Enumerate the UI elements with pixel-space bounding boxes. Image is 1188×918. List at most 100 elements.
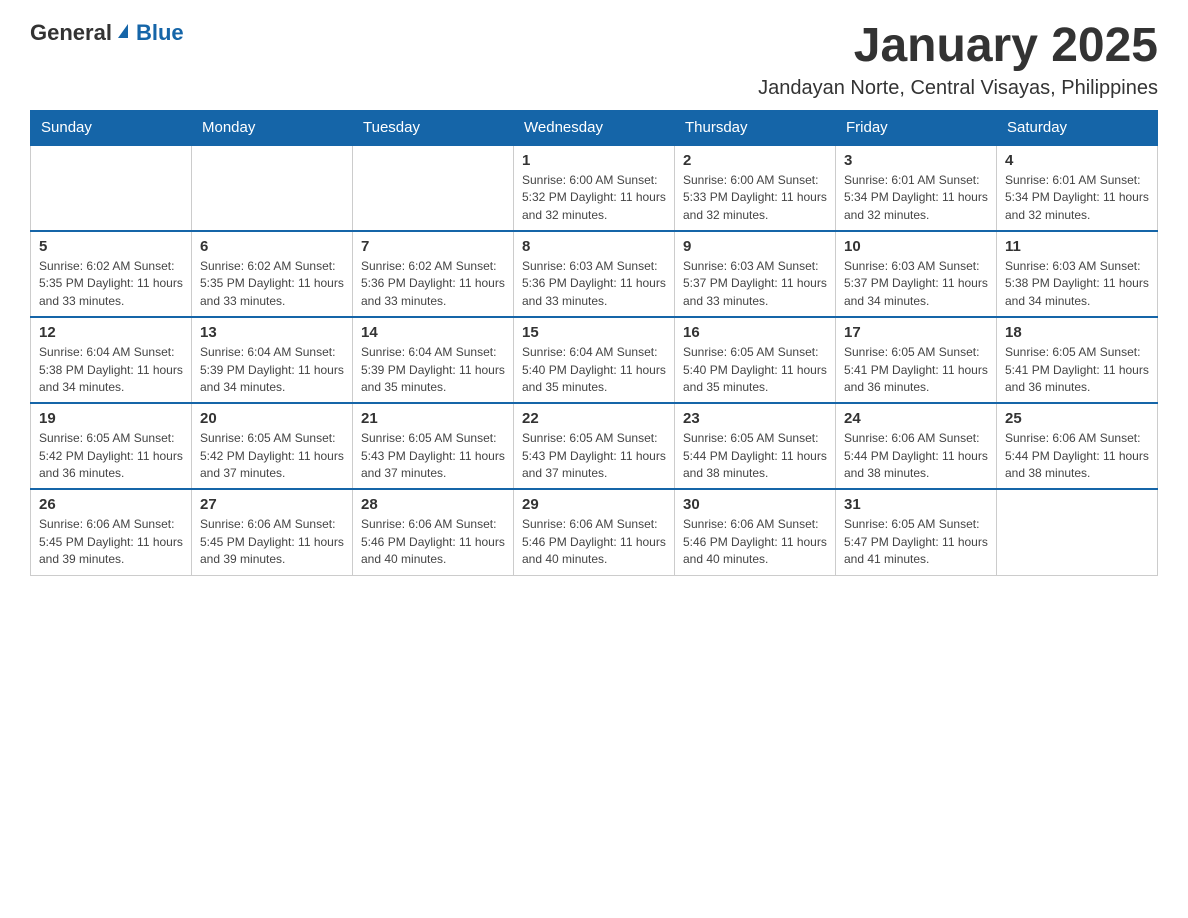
calendar-cell: 30 Sunrise: 6:06 AM Sunset: 5:46 PM Dayli…: [675, 489, 836, 575]
calendar-week-row: 12 Sunrise: 6:04 AM Sunset: 5:38 PM Dayli…: [31, 317, 1158, 403]
day-number: 28: [361, 496, 505, 513]
day-info: Sunrise: 6:02 AM Sunset: 5:36 PM Dayligh…: [361, 258, 505, 310]
day-info: Sunrise: 6:03 AM Sunset: 5:36 PM Dayligh…: [522, 258, 666, 310]
day-number: 21: [361, 410, 505, 427]
calendar-cell: 13 Sunrise: 6:04 AM Sunset: 5:39 PM Dayli…: [192, 317, 353, 403]
day-number: 13: [200, 324, 344, 341]
day-info: Sunrise: 6:00 AM Sunset: 5:32 PM Dayligh…: [522, 172, 666, 224]
day-info: Sunrise: 6:06 AM Sunset: 5:44 PM Dayligh…: [1005, 430, 1149, 482]
calendar-cell: 16Sunrise: 6:05 AM Sunset: 5:40 PM Dayli…: [675, 317, 836, 403]
calendar-cell: 27 Sunrise: 6:06 AM Sunset: 5:45 PM Dayli…: [192, 489, 353, 575]
calendar-cell: 25 Sunrise: 6:06 AM Sunset: 5:44 PM Dayli…: [997, 403, 1158, 489]
day-info: Sunrise: 6:05 AM Sunset: 5:47 PM Dayligh…: [844, 516, 988, 568]
calendar-cell: 18 Sunrise: 6:05 AM Sunset: 5:41 PM Dayli…: [997, 317, 1158, 403]
calendar-cell: 12 Sunrise: 6:04 AM Sunset: 5:38 PM Dayli…: [31, 317, 192, 403]
calendar-cell: 19Sunrise: 6:05 AM Sunset: 5:42 PM Dayli…: [31, 403, 192, 489]
day-info: Sunrise: 6:05 AM Sunset: 5:41 PM Dayligh…: [1005, 344, 1149, 396]
day-number: 15: [522, 324, 666, 341]
day-number: 24: [844, 410, 988, 427]
header-thursday: Thursday: [675, 110, 836, 145]
day-info: Sunrise: 6:05 AM Sunset: 5:42 PM Dayligh…: [200, 430, 344, 482]
day-number: 9: [683, 238, 827, 255]
calendar-cell: 3 Sunrise: 6:01 AM Sunset: 5:34 PM Daylig…: [836, 145, 997, 231]
day-info: Sunrise: 6:05 AM Sunset: 5:43 PM Dayligh…: [361, 430, 505, 482]
day-number: 30: [683, 496, 827, 513]
calendar-cell: [997, 489, 1158, 575]
calendar-cell: 5 Sunrise: 6:02 AM Sunset: 5:35 PM Daylig…: [31, 231, 192, 317]
day-info: Sunrise: 6:04 AM Sunset: 5:39 PM Dayligh…: [200, 344, 344, 396]
day-info: Sunrise: 6:05 AM Sunset: 5:40 PM Dayligh…: [683, 344, 827, 396]
day-number: 19: [39, 410, 183, 427]
calendar-cell: [353, 145, 514, 231]
day-info: Sunrise: 6:06 AM Sunset: 5:45 PM Dayligh…: [200, 516, 344, 568]
day-info: Sunrise: 6:06 AM Sunset: 5:46 PM Dayligh…: [361, 516, 505, 568]
day-info: Sunrise: 6:05 AM Sunset: 5:43 PM Dayligh…: [522, 430, 666, 482]
day-number: 1: [522, 152, 666, 169]
calendar-cell: [31, 145, 192, 231]
day-info: Sunrise: 6:04 AM Sunset: 5:39 PM Dayligh…: [361, 344, 505, 396]
day-number: 18: [1005, 324, 1149, 341]
day-info: Sunrise: 6:05 AM Sunset: 5:41 PM Dayligh…: [844, 344, 988, 396]
day-info: Sunrise: 6:04 AM Sunset: 5:38 PM Dayligh…: [39, 344, 183, 396]
logo: General Blue: [30, 20, 184, 46]
page-header: General Blue January 2025 Jandayan Norte…: [30, 20, 1158, 100]
logo-general-text: General: [30, 20, 112, 46]
header-saturday: Saturday: [997, 110, 1158, 145]
header-friday: Friday: [836, 110, 997, 145]
calendar-cell: 6Sunrise: 6:02 AM Sunset: 5:35 PM Daylig…: [192, 231, 353, 317]
title-section: January 2025 Jandayan Norte, Central Vis…: [758, 20, 1158, 100]
day-number: 2: [683, 152, 827, 169]
day-info: Sunrise: 6:06 AM Sunset: 5:46 PM Dayligh…: [683, 516, 827, 568]
calendar-week-row: 1 Sunrise: 6:00 AM Sunset: 5:32 PM Daylig…: [31, 145, 1158, 231]
calendar-table: SundayMondayTuesdayWednesdayThursdayFrid…: [30, 110, 1158, 576]
calendar-header-row: SundayMondayTuesdayWednesdayThursdayFrid…: [31, 110, 1158, 145]
calendar-cell: 10 Sunrise: 6:03 AM Sunset: 5:37 PM Dayli…: [836, 231, 997, 317]
day-number: 11: [1005, 238, 1149, 255]
day-info: Sunrise: 6:01 AM Sunset: 5:34 PM Dayligh…: [1005, 172, 1149, 224]
day-number: 27: [200, 496, 344, 513]
calendar-cell: 28 Sunrise: 6:06 AM Sunset: 5:46 PM Dayli…: [353, 489, 514, 575]
day-number: 26: [39, 496, 183, 513]
day-info: Sunrise: 6:04 AM Sunset: 5:40 PM Dayligh…: [522, 344, 666, 396]
calendar-cell: [192, 145, 353, 231]
header-wednesday: Wednesday: [514, 110, 675, 145]
calendar-cell: 23 Sunrise: 6:05 AM Sunset: 5:44 PM Dayli…: [675, 403, 836, 489]
header-monday: Monday: [192, 110, 353, 145]
day-number: 3: [844, 152, 988, 169]
day-number: 25: [1005, 410, 1149, 427]
calendar-cell: 21 Sunrise: 6:05 AM Sunset: 5:43 PM Dayli…: [353, 403, 514, 489]
day-info: Sunrise: 6:02 AM Sunset: 5:35 PM Dayligh…: [39, 258, 183, 310]
calendar-cell: 11 Sunrise: 6:03 AM Sunset: 5:38 PM Dayli…: [997, 231, 1158, 317]
day-info: Sunrise: 6:01 AM Sunset: 5:34 PM Dayligh…: [844, 172, 988, 224]
calendar-cell: 20 Sunrise: 6:05 AM Sunset: 5:42 PM Dayli…: [192, 403, 353, 489]
day-number: 20: [200, 410, 344, 427]
calendar-cell: 4 Sunrise: 6:01 AM Sunset: 5:34 PM Daylig…: [997, 145, 1158, 231]
calendar-cell: 14 Sunrise: 6:04 AM Sunset: 5:39 PM Dayli…: [353, 317, 514, 403]
day-info: Sunrise: 6:03 AM Sunset: 5:37 PM Dayligh…: [683, 258, 827, 310]
calendar-cell: 15 Sunrise: 6:04 AM Sunset: 5:40 PM Dayli…: [514, 317, 675, 403]
day-number: 22: [522, 410, 666, 427]
day-number: 7: [361, 238, 505, 255]
day-number: 12: [39, 324, 183, 341]
day-number: 5: [39, 238, 183, 255]
logo-triangle-icon: [118, 24, 128, 38]
day-info: Sunrise: 6:02 AM Sunset: 5:35 PM Dayligh…: [200, 258, 344, 310]
day-info: Sunrise: 6:06 AM Sunset: 5:44 PM Dayligh…: [844, 430, 988, 482]
calendar-cell: 22 Sunrise: 6:05 AM Sunset: 5:43 PM Dayli…: [514, 403, 675, 489]
day-number: 10: [844, 238, 988, 255]
day-number: 4: [1005, 152, 1149, 169]
day-info: Sunrise: 6:03 AM Sunset: 5:38 PM Dayligh…: [1005, 258, 1149, 310]
day-number: 23: [683, 410, 827, 427]
day-number: 14: [361, 324, 505, 341]
calendar-cell: 7 Sunrise: 6:02 AM Sunset: 5:36 PM Daylig…: [353, 231, 514, 317]
calendar-week-row: 26 Sunrise: 6:06 AM Sunset: 5:45 PM Dayli…: [31, 489, 1158, 575]
day-info: Sunrise: 6:06 AM Sunset: 5:45 PM Dayligh…: [39, 516, 183, 568]
day-info: Sunrise: 6:05 AM Sunset: 5:44 PM Dayligh…: [683, 430, 827, 482]
calendar-week-row: 5 Sunrise: 6:02 AM Sunset: 5:35 PM Daylig…: [31, 231, 1158, 317]
calendar-cell: 24 Sunrise: 6:06 AM Sunset: 5:44 PM Dayli…: [836, 403, 997, 489]
calendar-cell: 1 Sunrise: 6:00 AM Sunset: 5:32 PM Daylig…: [514, 145, 675, 231]
day-info: Sunrise: 6:03 AM Sunset: 5:37 PM Dayligh…: [844, 258, 988, 310]
month-title: January 2025: [758, 20, 1158, 73]
day-number: 17: [844, 324, 988, 341]
calendar-cell: 17 Sunrise: 6:05 AM Sunset: 5:41 PM Dayli…: [836, 317, 997, 403]
